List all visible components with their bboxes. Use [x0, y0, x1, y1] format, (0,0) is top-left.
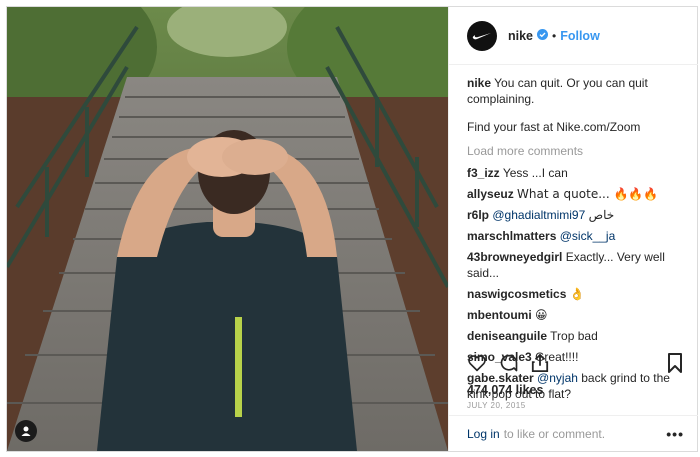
comment-username[interactable]: 43browneyedgirl	[467, 250, 562, 264]
post-header: nike • Follow	[449, 7, 698, 65]
comment-text: Trop bad	[550, 329, 598, 343]
caption-text: You can quit. Or you can quit complainin…	[467, 76, 648, 106]
comment-username[interactable]: allyseuz	[467, 187, 514, 201]
user-tag-icon[interactable]	[15, 420, 37, 442]
verified-badge-icon	[537, 27, 549, 45]
comment-text: خاص	[585, 208, 615, 222]
caption-username[interactable]: nike	[467, 76, 491, 90]
comment-mention[interactable]: @sick__ja	[560, 229, 616, 243]
comment-item: r6lp @ghadialtmimi97 خاص	[467, 207, 689, 223]
comment-text: What a quote... 🔥🔥🔥	[517, 187, 659, 201]
comment-username[interactable]: r6lp	[467, 208, 489, 222]
post-card: nike • Follow nike You can quit. Or you …	[6, 6, 698, 452]
comment-text: Yess ...I can	[502, 166, 568, 180]
post-date: JULY 20, 2015	[467, 401, 526, 410]
likes-count[interactable]: 474,074 likes	[467, 383, 543, 397]
comment-username[interactable]: marschlmatters	[467, 229, 556, 243]
bookmark-icon[interactable]	[667, 353, 683, 373]
share-icon[interactable]	[531, 353, 549, 373]
comment-item: naswigcosmetics 👌	[467, 286, 689, 302]
comment-username[interactable]: f3_izz	[467, 166, 500, 180]
comment-item: allyseuz What a quote... 🔥🔥🔥	[467, 186, 689, 202]
login-prompt-text: to like or comment.	[503, 426, 606, 441]
heart-icon[interactable]	[467, 354, 487, 372]
separator-dot: •	[552, 28, 557, 43]
comment-text: 👌	[569, 287, 585, 301]
comment-username[interactable]: mbentoumi	[467, 308, 532, 322]
post-sidebar: nike • Follow nike You can quit. Or you …	[448, 7, 698, 451]
comment-footer: Log in to like or comment. •••	[449, 415, 698, 451]
comment-item: mbentoumi 😀	[467, 307, 689, 323]
photo-illustration	[7, 7, 448, 451]
post-caption: nike You can quit. Or you can quit compl…	[467, 75, 689, 107]
comment-bubble-icon[interactable]	[499, 353, 519, 373]
caption-link-text: Find your fast at Nike.com/Zoom	[467, 120, 641, 134]
comment-text: 😀	[535, 308, 548, 322]
comment-username[interactable]: deniseanguile	[467, 329, 547, 343]
action-bar	[467, 351, 689, 375]
post-username[interactable]: nike	[508, 29, 533, 43]
comment-item: f3_izz Yess ...I can	[467, 165, 689, 181]
more-options-button[interactable]: •••	[666, 426, 684, 442]
login-link[interactable]: Log in	[467, 427, 500, 441]
comment-item: deniseanguile Trop bad	[467, 328, 689, 344]
load-more-comments-button[interactable]: Load more comments	[467, 143, 689, 159]
post-photo[interactable]	[7, 7, 448, 451]
comment-item: marschlmatters @sick__ja	[467, 228, 689, 244]
nike-swoosh-icon[interactable]	[467, 20, 497, 51]
comment-item: 43browneyedgirl Exactly... Very well sai…	[467, 249, 689, 281]
comment-mention[interactable]: @ghadialtmimi97	[492, 208, 585, 222]
comment-username[interactable]: naswigcosmetics	[467, 287, 566, 301]
follow-button[interactable]: Follow	[560, 29, 600, 43]
